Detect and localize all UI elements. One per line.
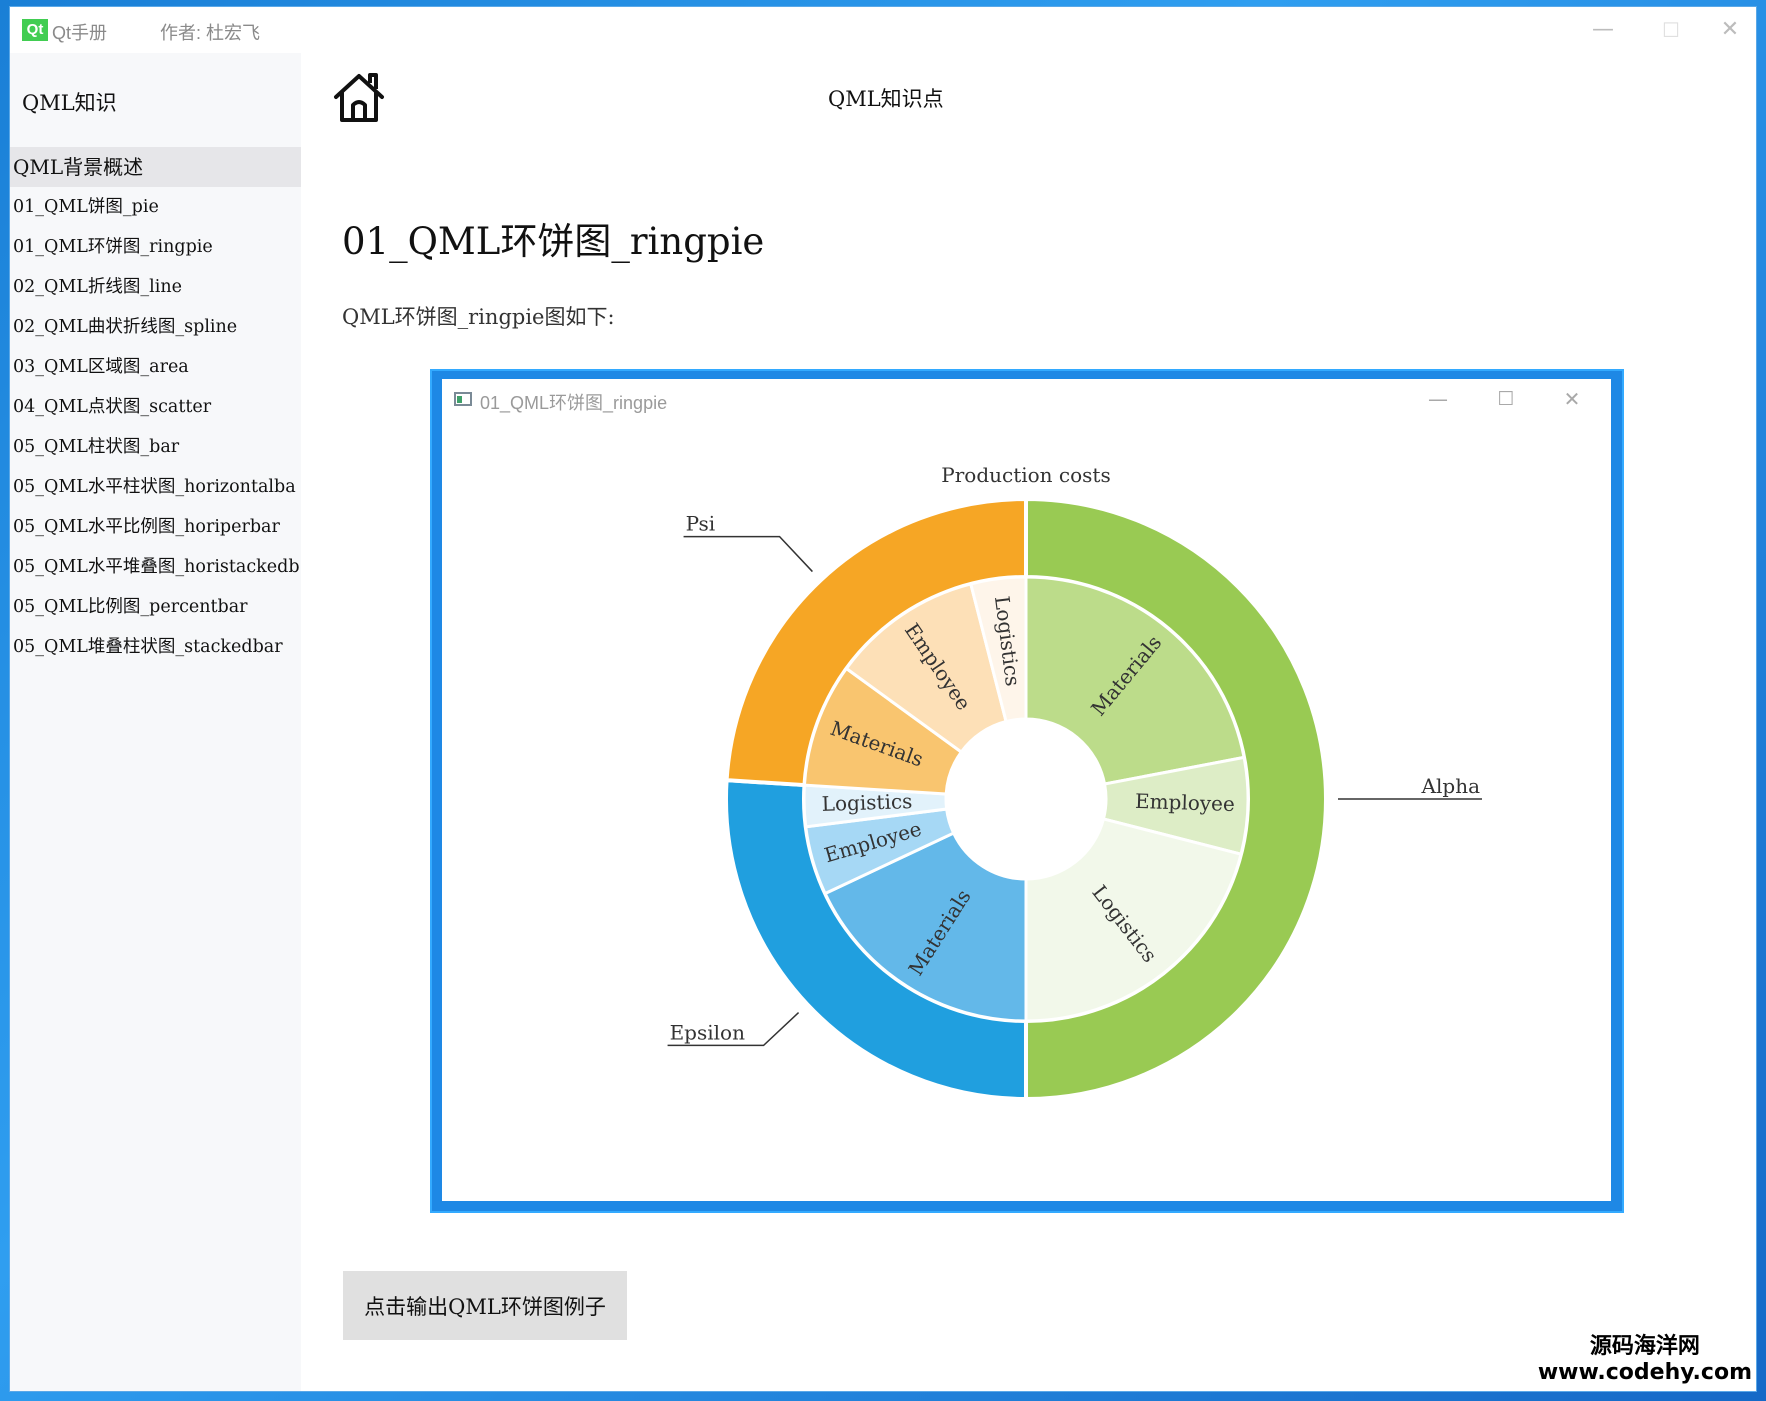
- nav-item-percentbar[interactable]: 05_QML比例图_percentbar: [10, 587, 301, 627]
- watermark: 源码海洋网 www.codehy.com: [1538, 1328, 1752, 1385]
- nav-list: QML背景概述 01_QML饼图_pie 01_QML环饼图_ringpie 0…: [10, 147, 301, 667]
- home-icon[interactable]: [332, 71, 386, 125]
- nav-item-ringpie[interactable]: 01_QML环饼图_ringpie: [10, 227, 301, 267]
- slice-label-epsilon-logistics: Logistics: [821, 789, 912, 816]
- watermark-line1: 源码海洋网: [1589, 1334, 1700, 1359]
- nav-item-horizontalbar[interactable]: 05_QML水平柱状图_horizontalba: [10, 467, 301, 507]
- sidebar-title: QML知识: [22, 91, 117, 115]
- title-bar[interactable]: Qt Qt手册 作者: 杜宏飞 — ☐ ✕: [10, 7, 1756, 53]
- nav-item-spline[interactable]: 02_QML曲状折线图_spline: [10, 307, 301, 347]
- page-title: 01_QML环饼图_ringpie: [342, 220, 765, 263]
- author-label: 作者: 杜宏飞: [160, 23, 261, 43]
- leader-line-psi: [683, 535, 813, 573]
- output-example-button[interactable]: 点击输出QML环饼图例子: [343, 1271, 627, 1340]
- series-label-alpha: Alpha: [1421, 774, 1481, 798]
- demo-minimize-button: —: [1428, 387, 1448, 411]
- demo-close-button: ✕: [1563, 387, 1581, 411]
- chart-title: Production costs: [941, 463, 1110, 487]
- watermark-line2: www.codehy.com: [1537, 1360, 1752, 1385]
- demo-window: 01_QML环饼图_ringpie — ☐ ✕ Production costs…: [442, 379, 1611, 1201]
- series-label-epsilon: Epsilon: [670, 1020, 746, 1044]
- demo-window-titlebar: 01_QML环饼图_ringpie — ☐ ✕: [442, 379, 1611, 419]
- nav-item-area[interactable]: 03_QML区域图_area: [10, 347, 301, 387]
- maximize-button[interactable]: ☐: [1648, 15, 1694, 45]
- app-window: Qt Qt手册 作者: 杜宏飞 — ☐ ✕ QML知识 QML背景概述 01_Q…: [10, 7, 1756, 1391]
- demo-window-title: 01_QML环饼图_ringpie: [480, 393, 668, 413]
- header-title: QML知识点: [828, 87, 944, 111]
- series-label-psi: Psi: [686, 512, 716, 536]
- nav-item-scatter[interactable]: 04_QML点状图_scatter: [10, 387, 301, 427]
- sidebar: QML知识 QML背景概述 01_QML饼图_pie 01_QML环饼图_rin…: [10, 53, 301, 1391]
- description-text: QML环饼图_ringpie图如下:: [342, 305, 615, 329]
- ring-pie-chart: Production costs MaterialsEmployeeLogist…: [667, 463, 1482, 1102]
- nav-item-qml-overview[interactable]: QML背景概述: [10, 147, 301, 187]
- nav-item-line[interactable]: 02_QML折线图_line: [10, 267, 301, 307]
- nav-item-horiperbar[interactable]: 05_QML水平比例图_horiperbar: [10, 507, 301, 547]
- nav-item-pie[interactable]: 01_QML饼图_pie: [10, 187, 301, 227]
- demo-maximize-button: ☐: [1497, 388, 1515, 410]
- nav-item-bar[interactable]: 05_QML柱状图_bar: [10, 427, 301, 467]
- minimize-button[interactable]: —: [1580, 15, 1626, 45]
- app-title: Qt手册: [52, 23, 108, 43]
- slice-label-alpha-employee: Employee: [1135, 789, 1235, 816]
- nav-item-stackedbar[interactable]: 05_QML堆叠柱状图_stackedbar: [10, 627, 301, 667]
- nav-item-horistackedbar[interactable]: 05_QML水平堆叠图_horistackedb: [10, 547, 301, 587]
- qt-logo-icon: Qt: [22, 19, 48, 41]
- demo-screenshot-frame: 01_QML环饼图_ringpie — ☐ ✕ Production costs…: [432, 371, 1622, 1211]
- window-app-icon: [454, 392, 472, 406]
- close-button[interactable]: ✕: [1707, 15, 1753, 45]
